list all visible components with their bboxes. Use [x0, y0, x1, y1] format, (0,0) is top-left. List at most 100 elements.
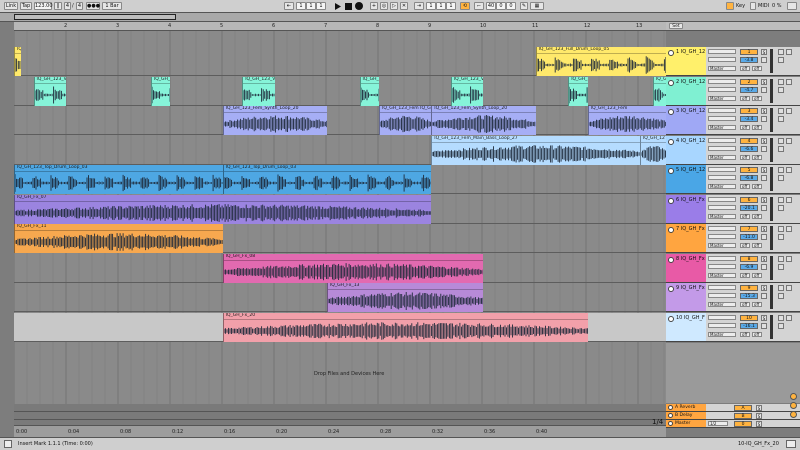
scroll-down-icon[interactable] — [790, 402, 797, 409]
input-type-select[interactable] — [708, 167, 736, 172]
track-lane[interactable]: IQ_GH_123_Top_Drum_Loop_03 IQ_GH_123_Top_… — [14, 165, 666, 194]
solo-button[interactable]: S — [761, 255, 767, 262]
input-type-select[interactable] — [708, 78, 736, 84]
follow-button[interactable]: ⇤ — [284, 2, 294, 10]
crossfade-button[interactable] — [778, 263, 784, 270]
punch-button[interactable]: ▷ — [390, 2, 398, 10]
pos-beat[interactable]: 1 — [306, 2, 316, 10]
midi-map-label[interactable]: MIDI — [758, 3, 769, 9]
audio-clip[interactable]: IQ_GH_123_Fem — [587, 106, 666, 135]
solo-button[interactable]: S — [761, 108, 767, 114]
output-select[interactable]: Master — [708, 272, 736, 278]
track-fold-icon[interactable] — [668, 79, 674, 86]
loop-start-beat[interactable]: 1 — [436, 2, 446, 10]
audio-clip[interactable]: IQ — [14, 47, 21, 76]
send-a-off[interactable]: off — [740, 66, 750, 71]
monitor-button[interactable] — [778, 255, 784, 262]
track-activator[interactable]: 5 — [740, 167, 758, 173]
crossfade-button[interactable] — [778, 86, 784, 93]
send-a-off[interactable]: off — [740, 302, 750, 307]
track-name[interactable]: 3 IQ_GH_12 — [676, 108, 705, 114]
track-header[interactable]: 2 IQ_GH_12 — [666, 76, 706, 106]
pan-knob[interactable] — [786, 78, 792, 85]
time-ruler[interactable]: 0:00 0:04 0:08 0:12 0:16 0:20 0:24 0:28 0:32 0:36… — [14, 425, 666, 437]
sig-den-field[interactable]: 4 — [76, 2, 83, 10]
track-fold-icon[interactable] — [668, 227, 674, 233]
key-map-indicator[interactable] — [726, 2, 734, 10]
track-activator[interactable]: 8 — [740, 255, 758, 262]
volume-field[interactable]: -16.1 — [740, 322, 758, 329]
return-activator[interactable]: B — [734, 413, 752, 419]
crossfade-button[interactable] — [778, 293, 784, 299]
audio-clip[interactable]: IQ_GH_Fx_07 — [14, 194, 432, 224]
input-channel-select[interactable] — [708, 322, 736, 328]
track-lane[interactable]: IQ_GH_Fx_07 — [14, 194, 666, 224]
pan-knob[interactable] — [786, 314, 792, 321]
track-name[interactable]: 9 IQ_GH_Fx — [676, 285, 705, 291]
send-a-off[interactable]: off — [740, 154, 750, 160]
audio-clip[interactable]: IQ_GH_123_Fem_Synth_Loop_20 — [431, 106, 536, 135]
arm-button[interactable] — [761, 145, 767, 152]
send-b-off[interactable]: off — [752, 66, 762, 71]
audio-clip[interactable]: IQ_GH_123_Full_Drum_Loop_05 — [535, 47, 666, 76]
monitor-button[interactable] — [778, 167, 784, 173]
input-channel-select[interactable] — [708, 86, 736, 92]
link-button[interactable]: Link — [4, 2, 18, 10]
pan-knob[interactable] — [786, 226, 792, 232]
pos-sixteenth[interactable]: 1 — [316, 2, 326, 10]
track-name[interactable]: 7 IQ_GH_Fx — [676, 226, 705, 232]
master-output-select[interactable]: 1/2 — [708, 421, 728, 426]
pan-knob[interactable] — [786, 167, 792, 173]
audio-clip[interactable]: IQ_GH_Fx_13 — [326, 283, 484, 312]
audio-clip[interactable]: IQ_GH_123_Top_Drum_Loop_03 — [14, 165, 223, 194]
tempo-field[interactable]: 123.00 — [34, 2, 53, 10]
output-select[interactable]: Master — [708, 331, 736, 337]
input-channel-select[interactable] — [708, 116, 736, 121]
input-type-select[interactable] — [708, 285, 736, 290]
solo-button[interactable]: S — [761, 78, 767, 85]
track-header[interactable]: 6 IQ_GH_Fx — [666, 194, 706, 224]
crossfade-button[interactable] — [778, 145, 784, 152]
monitor-button[interactable] — [778, 108, 784, 114]
loop-length-bar[interactable]: 40 — [486, 2, 496, 10]
output-select[interactable]: Master — [708, 125, 736, 130]
arm-button[interactable] — [761, 175, 767, 181]
return-track-header[interactable]: Master 0 S 1/2 — [666, 420, 800, 428]
audio-clip[interactable]: IQ_GH_123_Voc — [450, 76, 484, 106]
solo-button[interactable]: S — [756, 421, 762, 427]
audio-clip[interactable]: IQ_GH_123_Fem_Synth_Loop_20 — [222, 106, 327, 135]
loop-start-bar[interactable]: 1 — [426, 2, 436, 10]
input-channel-select[interactable] — [708, 175, 736, 180]
arm-button[interactable] — [761, 86, 767, 93]
send-b-off[interactable]: off — [752, 213, 762, 219]
quantize-select[interactable]: 1 Bar — [102, 2, 122, 10]
track-fold-icon[interactable] — [668, 50, 674, 56]
return-track-header[interactable]: B Delay B S — [666, 412, 800, 420]
track-header[interactable]: 10 IQ_GH_F — [666, 312, 706, 342]
arm-button[interactable] — [761, 57, 767, 63]
scroll-up-icon[interactable] — [790, 393, 797, 400]
track-fold-icon[interactable] — [668, 168, 674, 174]
send-b-off[interactable]: off — [752, 331, 762, 337]
send-a-off[interactable]: off — [740, 272, 750, 278]
input-channel-select[interactable] — [708, 293, 736, 298]
monitor-button[interactable] — [778, 285, 784, 291]
stop-icon[interactable] — [345, 3, 352, 10]
crossfade-button[interactable] — [778, 322, 784, 329]
loop-start-sixteenth[interactable]: 1 — [446, 2, 456, 10]
crossfade-button[interactable] — [778, 204, 784, 211]
pan-knob[interactable] — [786, 285, 792, 291]
solo-button[interactable]: S — [756, 405, 762, 411]
return-activator[interactable]: 0 — [734, 421, 752, 427]
audio-clip[interactable]: IQ_GH_Fx_20 — [222, 312, 588, 342]
pan-knob[interactable] — [786, 49, 792, 55]
input-type-select[interactable] — [708, 314, 736, 320]
loop-length-sixteenth[interactable]: 0 — [506, 2, 516, 10]
computer-keyboard-button[interactable]: ▦ — [530, 2, 544, 10]
solo-button[interactable]: S — [761, 167, 767, 173]
track-name[interactable]: 4 IQ_GH_12 — [676, 138, 705, 144]
key-map-label[interactable]: Key — [736, 3, 745, 9]
sig-num-field[interactable]: 4 — [64, 2, 71, 10]
detail-view-toggle-icon[interactable] — [786, 440, 796, 448]
volume-field[interactable]: -6.8 — [740, 175, 758, 181]
